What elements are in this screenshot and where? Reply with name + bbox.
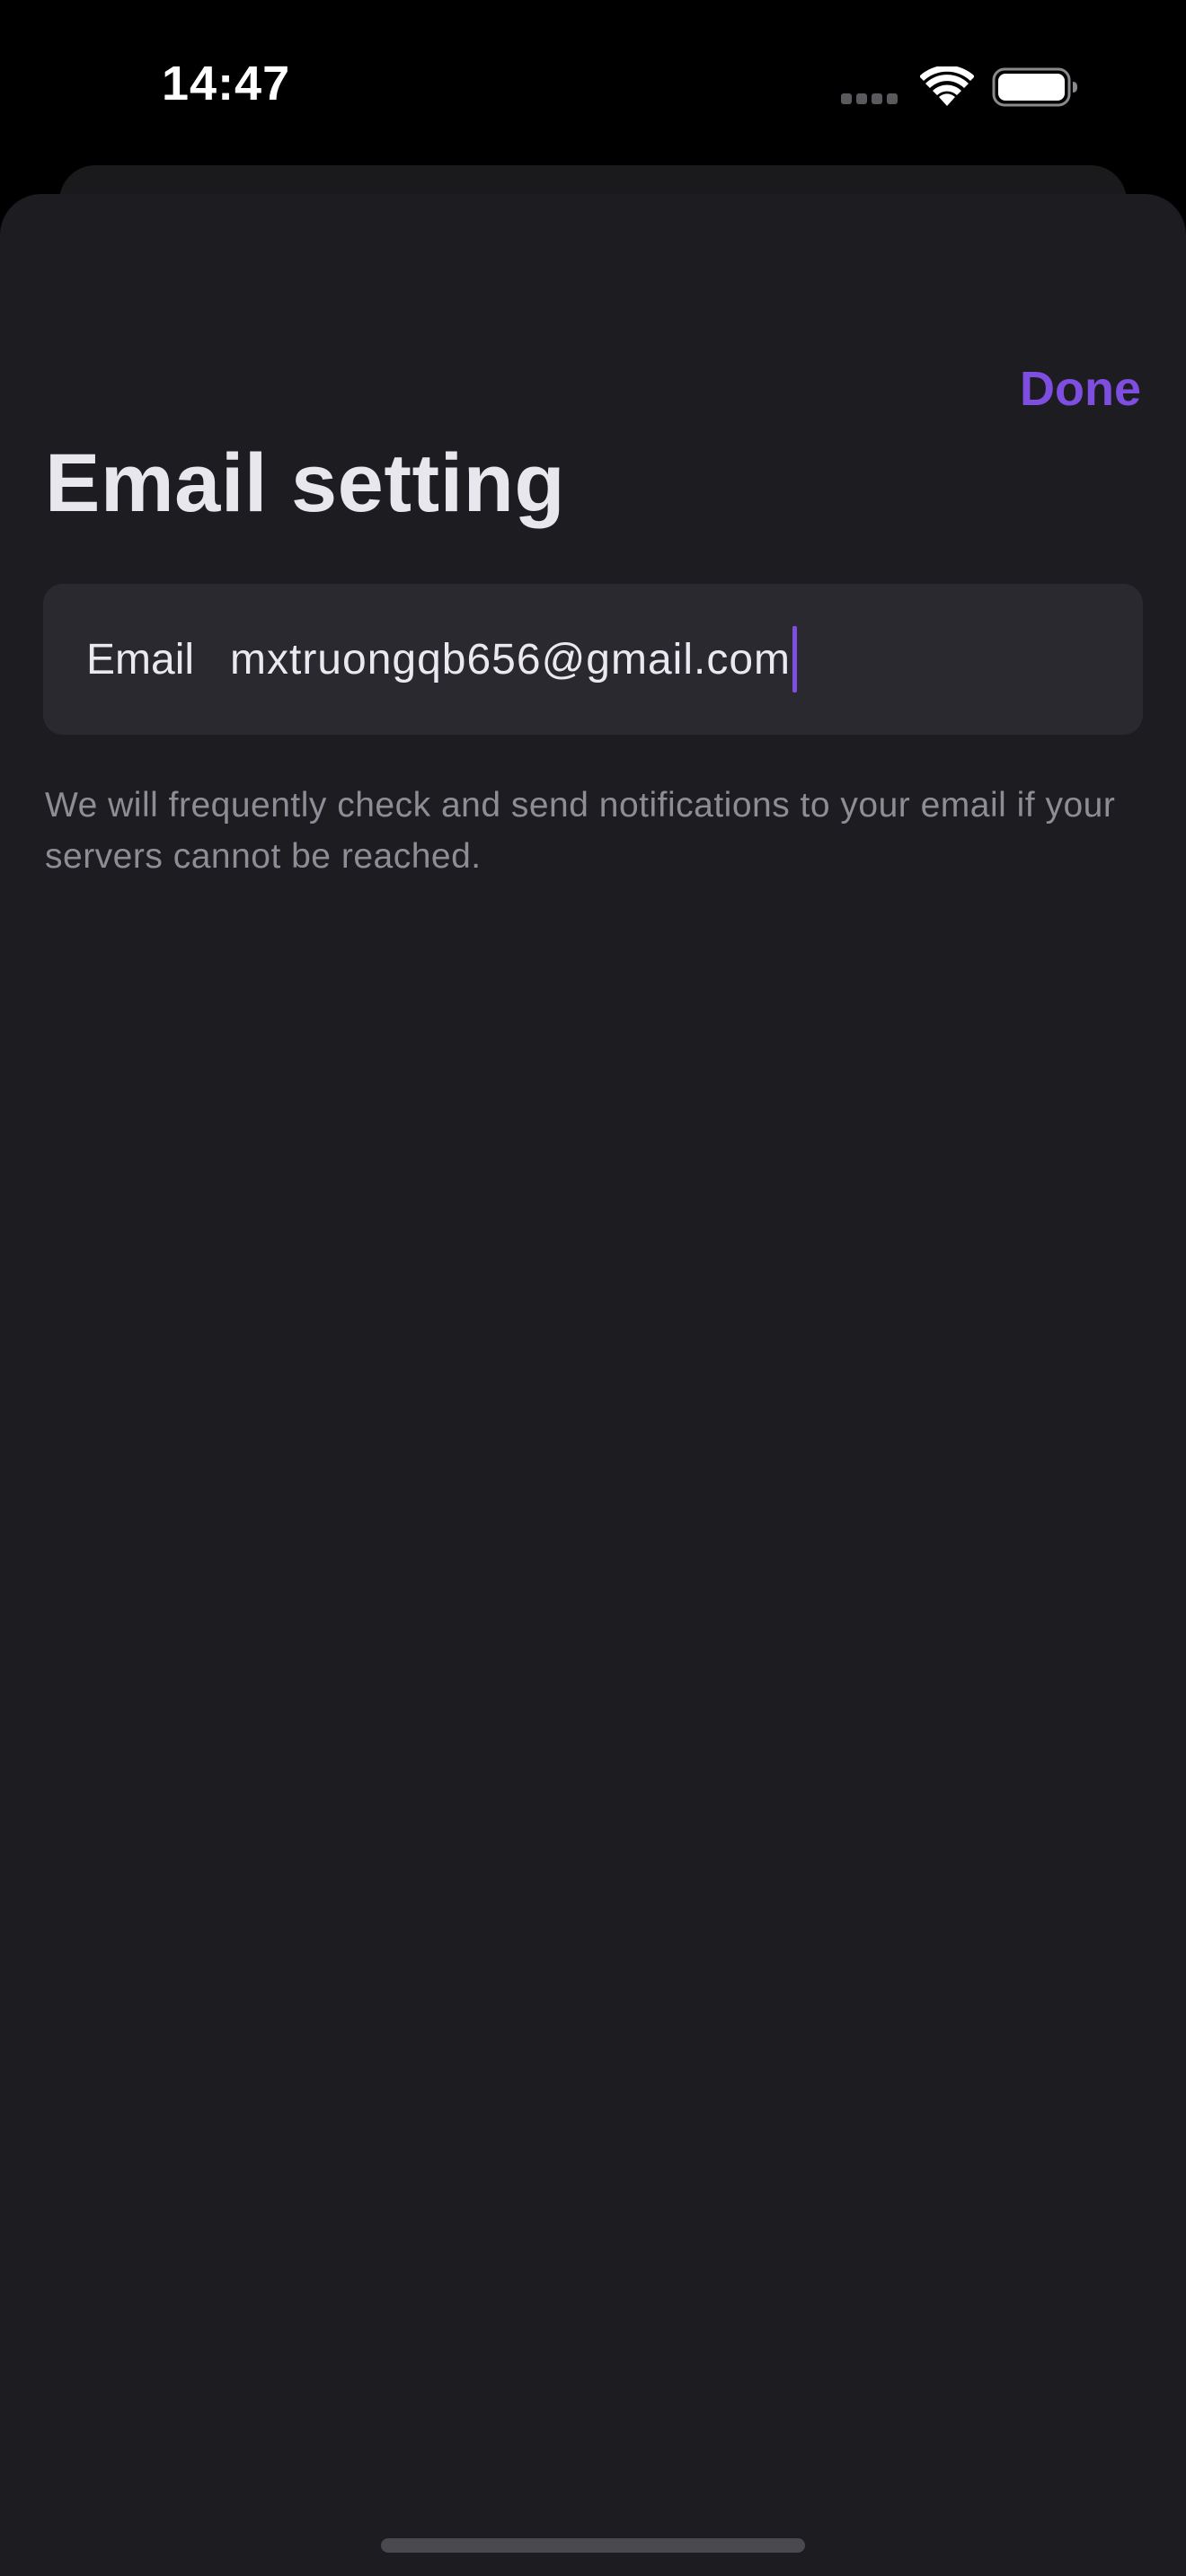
text-cursor [792,626,798,693]
screen: 14:47 Done Email setting Email mxtruongq… [0,0,1186,2576]
email-field[interactable]: Email mxtruongqb656@gmail.com [43,584,1143,735]
battery-icon [992,67,1077,107]
email-helper-text: We will frequently check and send notifi… [45,786,1116,876]
status-time: 14:47 [162,57,291,110]
status-bar: 14:47 [0,0,1186,171]
email-input-value[interactable]: mxtruongqb656@gmail.com [230,635,791,684]
wifi-icon [920,66,974,106]
page-title: Email setting [45,437,566,529]
email-field-label: Email [86,635,195,684]
email-input[interactable]: mxtruongqb656@gmail.com [230,626,798,693]
home-indicator[interactable] [381,2538,805,2553]
cellular-signal-icon [841,93,900,106]
email-settings-sheet: Done Email setting Email mxtruongqb656@g… [0,194,1186,2576]
done-button[interactable]: Done [1020,361,1141,417]
